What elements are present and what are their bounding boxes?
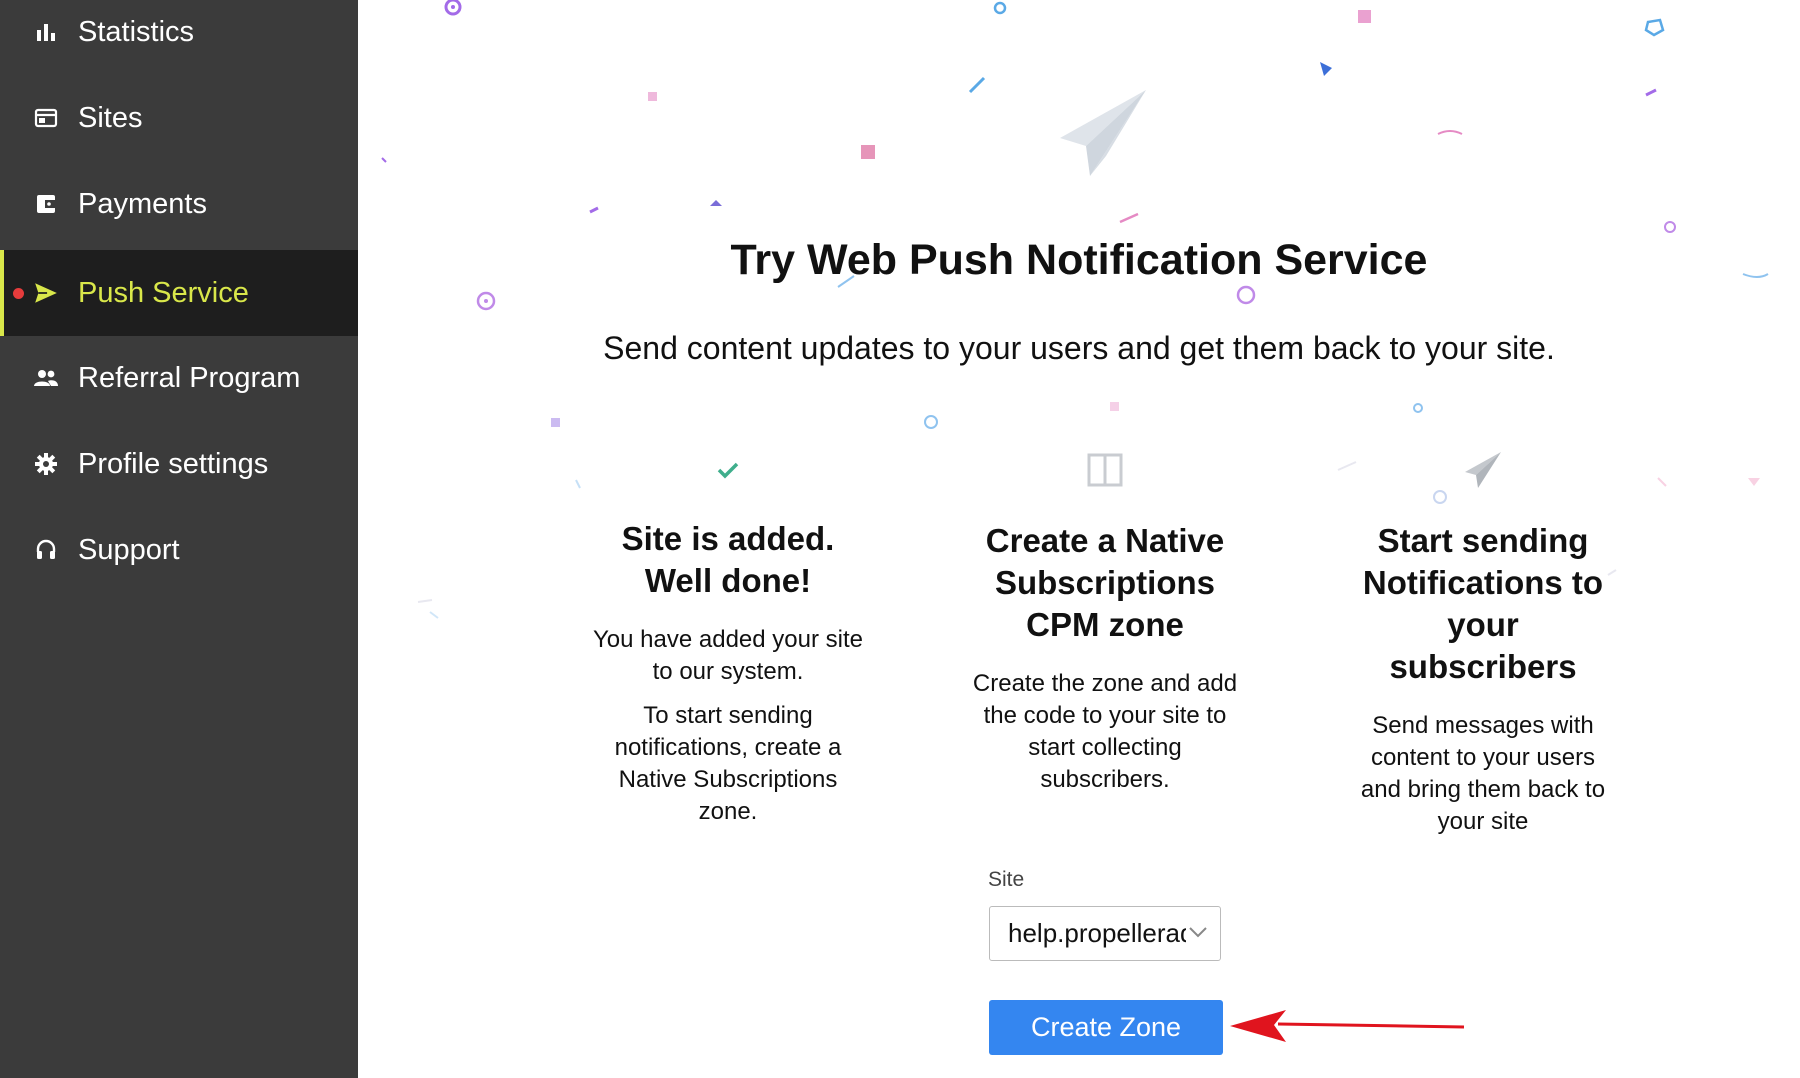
chevron-down-icon	[1188, 925, 1208, 943]
sidebar-item-sites[interactable]: Sites	[0, 75, 358, 161]
step-description: You have added your site to our system.	[593, 626, 863, 685]
step-description: Send messages with content to your users…	[1360, 712, 1606, 835]
main-content: Try Web Push Notification Service Send c…	[358, 0, 1800, 1078]
check-icon	[593, 446, 863, 494]
step-title-line: your	[1447, 606, 1519, 643]
create-zone-button[interactable]: Create Zone	[989, 1000, 1223, 1055]
paper-plane-hero-icon	[1060, 90, 1146, 176]
step-title-line: Subscriptions	[994, 564, 1216, 601]
step-title-line: Site is added.	[621, 520, 835, 557]
sidebar-item-support[interactable]: Support	[0, 507, 358, 593]
step-site-added: Site is added. Well done! You have added…	[593, 446, 863, 828]
sidebar-item-push-service[interactable]: Push Service	[0, 250, 358, 336]
site-select-label: Site	[988, 868, 1025, 891]
sidebar-item-referral-program[interactable]: Referral Program	[0, 335, 358, 421]
sidebar: Statistics Sites Payments Push Service R…	[0, 0, 358, 1078]
step-title-line: CPM zone	[1026, 606, 1184, 643]
step-start-sending: Start sending Notifications to your subs…	[1348, 446, 1618, 838]
headset-icon	[32, 536, 60, 564]
sidebar-item-label: Support	[78, 533, 180, 566]
bar-chart-icon	[32, 18, 60, 46]
sidebar-item-label: Referral Program	[78, 361, 301, 394]
step-title-line: subscribers	[1389, 648, 1577, 685]
page-title: Try Web Push Notification Service	[730, 236, 1428, 284]
step-title-line: Create a Native	[985, 522, 1225, 559]
gear-icon	[32, 450, 60, 478]
sidebar-item-label: Push Service	[78, 276, 249, 309]
site-select[interactable]: help.propellerads.com	[989, 906, 1221, 961]
step-title-line: Notifications to	[1362, 564, 1604, 601]
paper-plane-icon	[1348, 446, 1618, 494]
annotation-arrow-icon	[1230, 1010, 1465, 1042]
step-description: To start sending notifications, create a…	[614, 702, 842, 825]
panel-layout-icon	[970, 446, 1240, 494]
sidebar-item-label: Statistics	[78, 15, 195, 48]
sidebar-item-label: Payments	[78, 187, 207, 220]
browser-window-icon	[32, 104, 60, 132]
sidebar-item-label: Sites	[78, 101, 143, 134]
step-description: Create the zone and add the code to your…	[972, 670, 1238, 793]
people-icon	[32, 364, 60, 392]
send-arrow-icon	[32, 279, 60, 307]
wallet-icon	[32, 190, 60, 218]
page-subtitle: Send content updates to your users and g…	[603, 330, 1555, 366]
site-select-value: help.propellerads.com	[1008, 918, 1186, 948]
step-title-line: Well done!	[644, 562, 812, 599]
active-indicator-dot	[13, 288, 24, 299]
sidebar-item-payments[interactable]: Payments	[0, 161, 358, 247]
step-create-zone: Create a Native Subscriptions CPM zone C…	[970, 446, 1240, 796]
sidebar-item-statistics[interactable]: Statistics	[0, 0, 358, 75]
sidebar-item-profile-settings[interactable]: Profile settings	[0, 421, 358, 507]
sidebar-item-label: Profile settings	[78, 447, 269, 480]
step-title-line: Start sending	[1377, 522, 1589, 559]
